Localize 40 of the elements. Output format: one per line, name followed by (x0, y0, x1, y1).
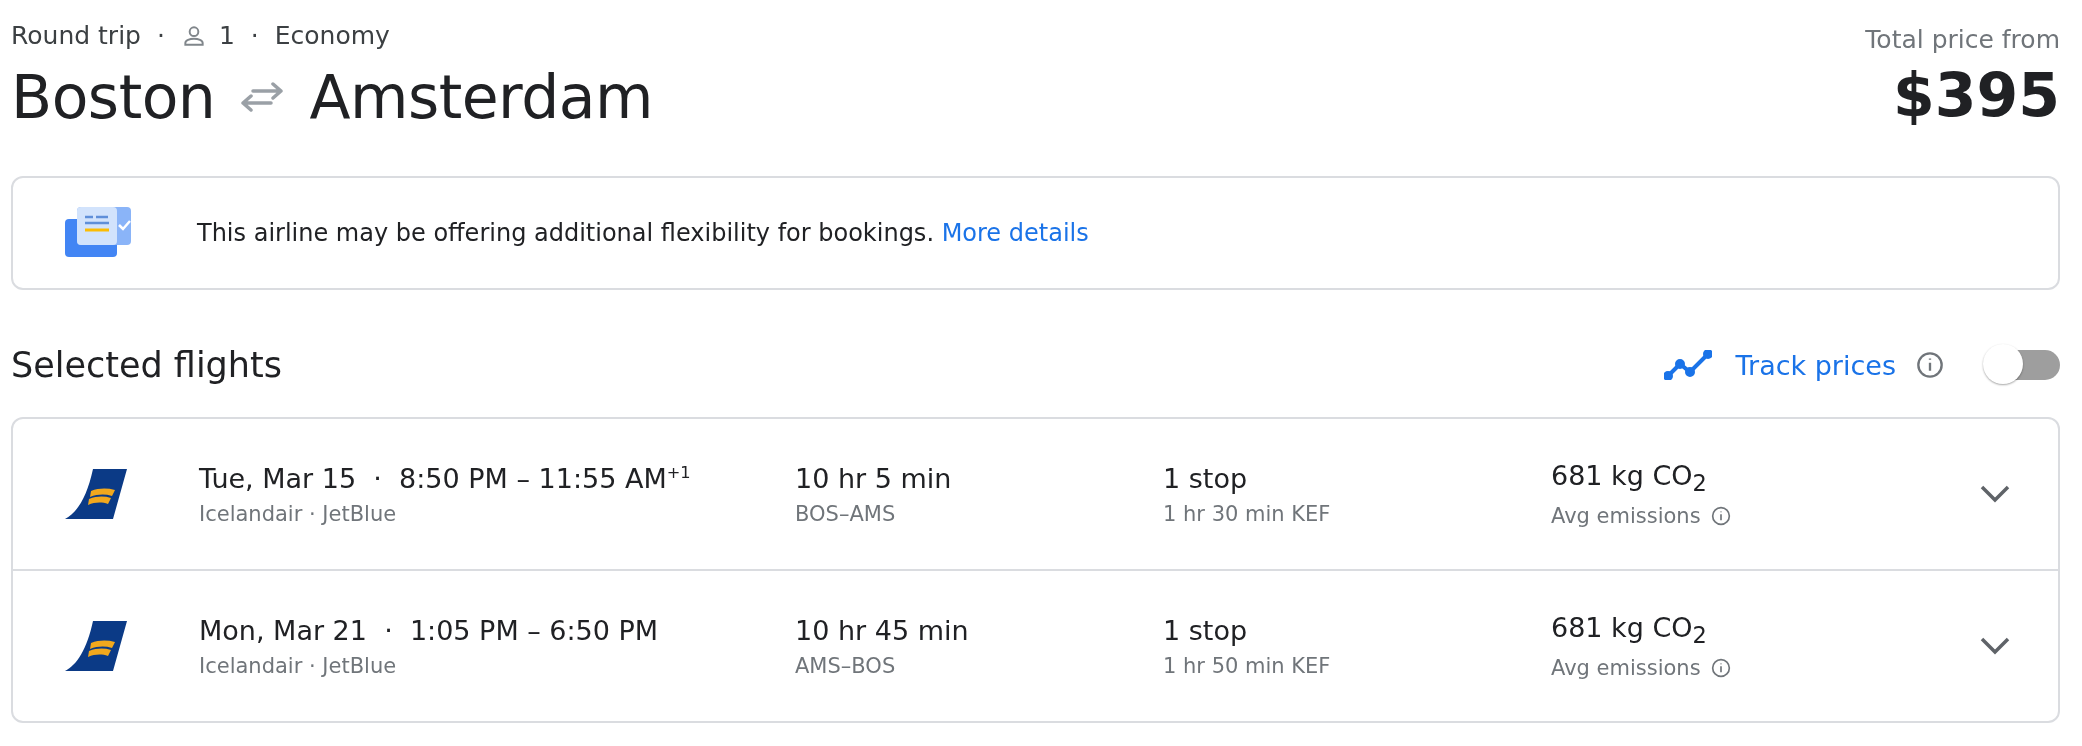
emissions-value: 681 kg CO$_{2}$ (1551, 611, 1707, 649)
flight-times: Tue, Mar 15 · 8:50 PM – 11:55 AM$^{+1}$ (199, 462, 691, 494)
trip-type[interactable]: Round trip (11, 21, 141, 50)
more-details-link[interactable]: More details (941, 219, 1089, 247)
passenger-count[interactable]: 1 (218, 21, 235, 50)
layover-info: 1 hr 50 min KEF (1163, 653, 1331, 678)
info-icon[interactable] (1710, 658, 1731, 679)
flight-duration: 10 hr 45 min (795, 614, 969, 646)
airline-names: Icelandair · JetBlue (199, 501, 397, 526)
route-codes: AMS–BOS (795, 653, 896, 678)
trend-line-icon (1663, 350, 1712, 380)
chevron-down-icon[interactable] (1978, 635, 2012, 657)
emissions-label: Avg emissions (1551, 504, 1701, 529)
notice-text: This airline may be offering additional flexibility for bookings. (197, 219, 935, 247)
tail-fin-icon (63, 619, 129, 673)
destination-city: Amsterdam (309, 62, 653, 132)
section-title: Selected flights (11, 345, 282, 385)
total-price: $395 (1893, 60, 2060, 130)
origin-city: Boston (11, 62, 216, 132)
cabin-class[interactable]: Economy (274, 21, 390, 50)
airline-names: Icelandair · JetBlue (199, 653, 397, 678)
separator-dot: · (249, 21, 260, 50)
flight-times: Mon, Mar 21 · 1:05 PM – 6:50 PM (199, 614, 659, 646)
tail-fin-icon (63, 467, 129, 521)
stop-count: 1 stop (1163, 462, 1248, 494)
stop-count: 1 stop (1163, 614, 1248, 646)
info-icon[interactable] (1710, 506, 1731, 527)
price-label: Total price from (1865, 25, 2060, 54)
route-codes: BOS–AMS (795, 501, 896, 526)
flight-row[interactable]: Tue, Mar 15 · 8:50 PM – 11:55 AM$^{+1}$ Icelandair · JetBlue 10 hr 5 min BOS–AMS 1 stop 1 hr 30 min KEF 681 kg CO$_{2}$ Avg emissions (13, 419, 2058, 571)
info-icon[interactable] (1916, 351, 1944, 379)
layover-info: 1 hr 30 min KEF (1163, 501, 1331, 526)
flight-row[interactable]: Mon, Mar 21 · 1:05 PM – 6:50 PM Icelandair · JetBlue 10 hr 45 min AMS–BOS 1 stop 1 hr 50 min KEF 681 kg CO$_{2}$ Avg emissions (13, 571, 2058, 721)
flight-duration: 10 hr 5 min (795, 462, 952, 494)
emissions-value: 681 kg CO$_{2}$ (1551, 459, 1707, 497)
emissions-label: Avg emissions (1551, 656, 1701, 681)
track-prices-label[interactable]: Track prices (1735, 349, 1896, 381)
separator-dot: · (155, 21, 166, 50)
chevron-down-icon[interactable] (1978, 483, 2012, 505)
swap-arrows-icon[interactable] (239, 79, 286, 115)
